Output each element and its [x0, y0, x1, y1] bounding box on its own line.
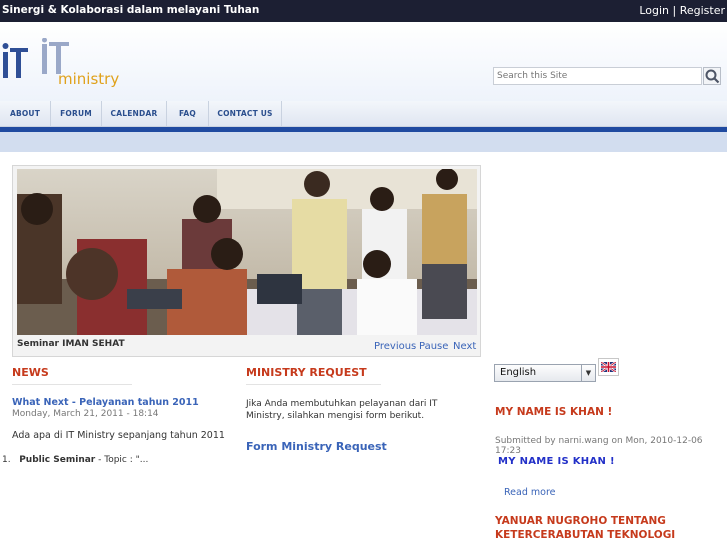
- auth-links: Login | Register: [639, 4, 725, 17]
- chevron-down-icon: ▼: [581, 365, 595, 381]
- auth-separator: |: [669, 4, 680, 17]
- image-slider: Seminar IMAN SEHAT Previous Pause Next: [12, 165, 481, 357]
- main-nav: ABOUT FORUM CALENDAR FAQ CONTACT US: [0, 101, 727, 127]
- nav-sub-band: [0, 132, 727, 152]
- site-header: ministry: [0, 22, 727, 102]
- slide-next-button[interactable]: Next: [453, 341, 476, 352]
- search-icon: [705, 69, 720, 84]
- uk-flag-icon[interactable]: [598, 358, 619, 376]
- search-button[interactable]: [703, 67, 721, 85]
- list-item-title[interactable]: Public Seminar: [19, 455, 95, 465]
- post1-title[interactable]: MY NAME IS KHAN !: [495, 405, 612, 419]
- form-ministry-request-link[interactable]: Form Ministry Request: [246, 440, 387, 453]
- list-item-rest: - Topic : "...: [95, 455, 149, 465]
- post1-meta: Submitted by narni.wang on Mon, 2010-12-…: [495, 436, 703, 456]
- news-item-text: Ada apa di IT Ministry sepanjang tahun 2…: [12, 430, 225, 441]
- news-item-link[interactable]: What Next - Pelayanan tahun 2011: [12, 397, 199, 408]
- slide-pause-button[interactable]: Pause: [419, 341, 448, 352]
- language-value: English: [500, 367, 537, 378]
- nav-forum[interactable]: FORUM: [51, 101, 102, 127]
- register-link[interactable]: Register: [680, 4, 725, 17]
- search-input[interactable]: [493, 67, 702, 85]
- slide-photo[interactable]: [17, 169, 477, 335]
- news-title: NEWS: [12, 366, 49, 379]
- ministry-request-divider: [246, 384, 381, 385]
- site-logo[interactable]: ministry: [0, 38, 140, 88]
- top-bar: Sinergi & Kolaborasi dalam melayani Tuha…: [0, 0, 727, 22]
- ministry-request-title: MINISTRY REQUEST: [246, 366, 367, 379]
- news-list-item: 1. Public Seminar - Topic : "...: [2, 455, 148, 465]
- list-number: 1.: [2, 455, 11, 465]
- post2-title[interactable]: YANUAR NUGROHO TENTANG KETERCERABUTAN TE…: [495, 514, 695, 542]
- ministry-request-text: Jika Anda membutuhkan pelayanan dari IT …: [246, 399, 438, 421]
- news-item-date: Monday, March 21, 2011 - 18:14: [12, 409, 159, 419]
- read-more-link[interactable]: Read more: [504, 487, 556, 498]
- slide-previous-button[interactable]: Previous: [374, 341, 416, 352]
- slide-caption: Seminar IMAN SEHAT: [17, 339, 125, 349]
- site-tagline: Sinergi & Kolaborasi dalam melayani Tuha…: [2, 4, 260, 16]
- post1-body: MY NAME IS KHAN !: [498, 456, 615, 467]
- news-divider: [12, 384, 132, 385]
- login-link[interactable]: Login: [639, 4, 669, 17]
- nav-calendar[interactable]: CALENDAR: [102, 101, 167, 127]
- nav-contact-us[interactable]: CONTACT US: [209, 101, 282, 127]
- logo-text: ministry: [58, 70, 119, 88]
- language-select[interactable]: English ▼: [494, 364, 596, 382]
- nav-faq[interactable]: FAQ: [167, 101, 209, 127]
- nav-about[interactable]: ABOUT: [0, 101, 51, 127]
